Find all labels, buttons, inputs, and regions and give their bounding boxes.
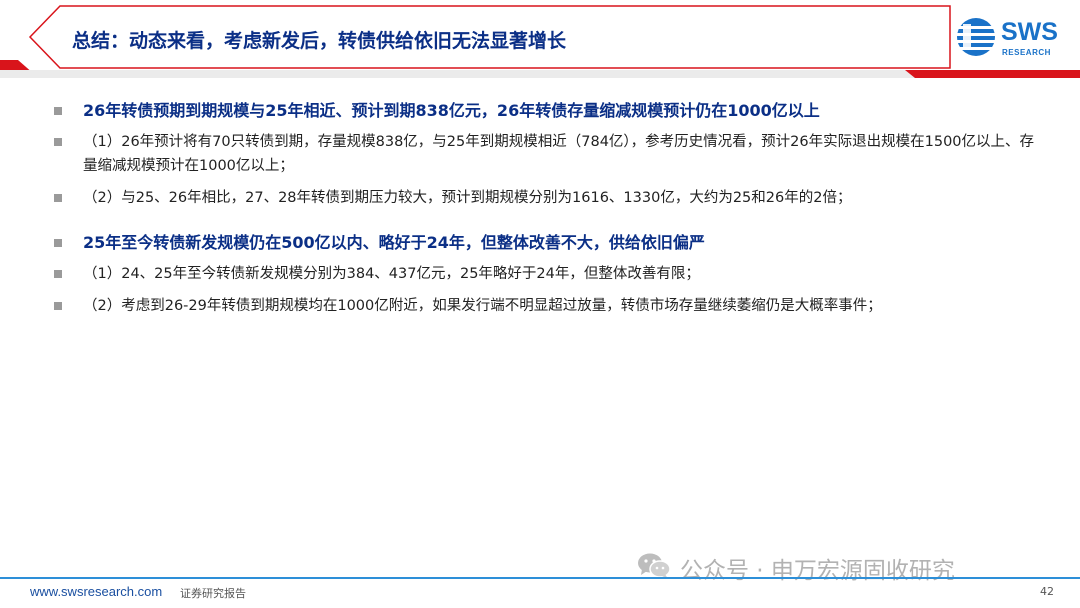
- sws-logo: SWS RESEARCH: [955, 16, 1058, 60]
- square-bullet-icon: [54, 270, 62, 278]
- heading-text: 26年转债预期到期规模与25年相近、预计到期838亿元，26年转债存量缩减规模预…: [83, 101, 820, 120]
- logo-subtext: RESEARCH: [1002, 48, 1051, 57]
- square-bullet-icon: [54, 239, 62, 247]
- point-text: （2）考虑到26-29年转债到期规模均在1000亿附近，如果发行端不明显超过放量…: [83, 298, 882, 314]
- watermark-text: 公众号 · 申万宏源固收研究: [680, 558, 955, 584]
- section-heading: 25年至今转债新发规模仍在500亿以内、略好于24年，但整体改善不大，供给依旧偏…: [54, 230, 1044, 256]
- list-item: （2）考虑到26-29年转债到期规模均在1000亿附近，如果发行端不明显超过放量…: [54, 294, 1044, 318]
- logo-wordmark: SWS: [1001, 18, 1058, 46]
- list-item: （1）24、25年至今转债新发规模分别为384、437亿元，25年略好于24年，…: [54, 262, 1044, 286]
- page-title: 总结：动态来看，考虑新发后，转债供给依旧无法显著增长: [72, 30, 567, 52]
- heading-text: 25年至今转债新发规模仍在500亿以内、略好于24年，但整体改善不大，供给依旧偏…: [83, 233, 705, 252]
- square-bullet-icon: [54, 138, 62, 146]
- square-bullet-icon: [54, 302, 62, 310]
- square-bullet-icon: [54, 194, 62, 202]
- footer-website-link[interactable]: www.swsresearch.com: [30, 584, 162, 599]
- wechat-icon: [638, 553, 671, 579]
- list-item: （2）与25、26年相比，27、28年转债到期压力较大，预计到期规模分别为161…: [54, 186, 1044, 210]
- point-text: （1）24、25年至今转债新发规模分别为384、437亿元，25年略好于24年，…: [83, 266, 700, 282]
- footer-divider: [0, 577, 1080, 579]
- content-area: 26年转债预期到期规模与25年相近、预计到期838亿元，26年转债存量缩减规模预…: [54, 98, 1044, 318]
- footer-report-label: 证券研究报告: [180, 587, 246, 600]
- point-text: （2）与25、26年相比，27、28年转债到期压力较大，预计到期规模分别为161…: [83, 190, 852, 206]
- square-bullet-icon: [54, 107, 62, 115]
- list-item: （1）26年预计将有70只转债到期，存量规模838亿，与25年到期规模相近（78…: [54, 130, 1044, 178]
- sws-globe-icon: [957, 18, 995, 56]
- section-heading: 26年转债预期到期规模与25年相近、预计到期838亿元，26年转债存量缩减规模预…: [54, 98, 1044, 124]
- point-text: （1）26年预计将有70只转债到期，存量规模838亿，与25年到期规模相近（78…: [83, 134, 1035, 174]
- page-number: 42: [1040, 585, 1054, 598]
